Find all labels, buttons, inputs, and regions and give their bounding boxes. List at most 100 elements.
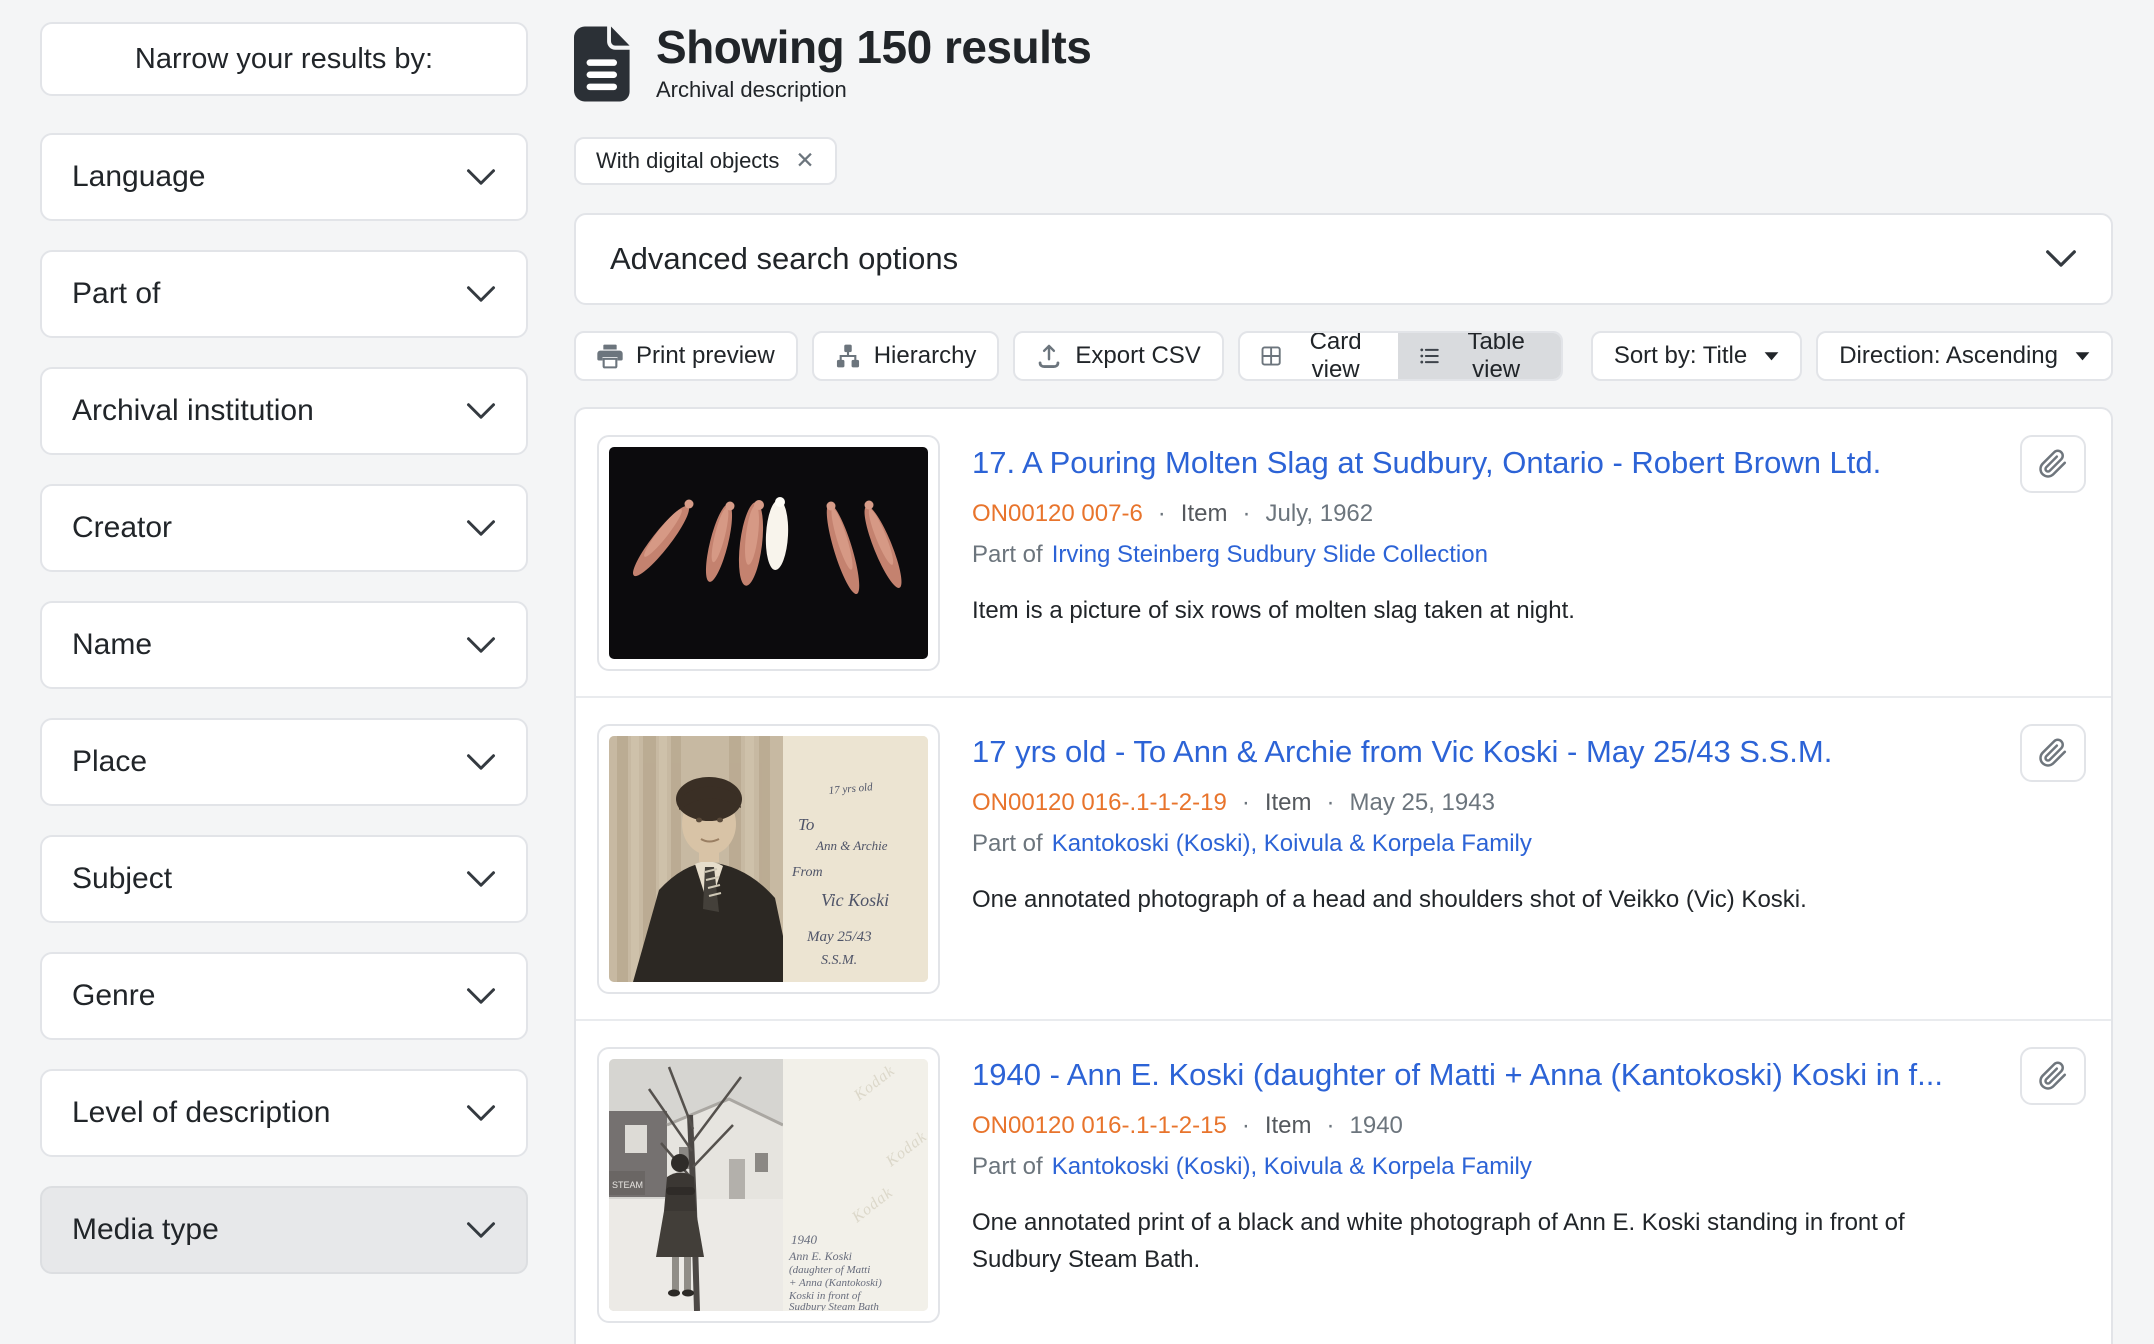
vic-koski-portrait-photo: 17 yrs old To Ann & Archie From Vic Kosk… bbox=[609, 736, 928, 982]
sidebar-item-name[interactable]: Name bbox=[40, 601, 528, 689]
table-view-icon bbox=[1419, 343, 1439, 369]
sidebar-item-creator[interactable]: Creator bbox=[40, 484, 528, 572]
document-icon bbox=[574, 26, 632, 102]
sidebar-item-language[interactable]: Language bbox=[40, 133, 528, 221]
print-preview-button[interactable]: Print preview bbox=[574, 331, 798, 381]
result-description: Item is a picture of six rows of molten … bbox=[972, 592, 1987, 629]
steam-sign-text: STEAM bbox=[612, 1180, 643, 1190]
filter-label: Place bbox=[72, 745, 147, 779]
paperclip-button[interactable] bbox=[2020, 1047, 2086, 1105]
result-title-link[interactable]: 1940 - Ann E. Koski (daughter of Matti +… bbox=[972, 1057, 1996, 1093]
sidebar-item-archival-institution[interactable]: Archival institution bbox=[40, 367, 528, 455]
thumbnail-annotation: S.S.M. bbox=[821, 953, 857, 968]
result-summary: 17. A Pouring Molten Slag at Sudbury, On… bbox=[972, 435, 1996, 629]
meta-separator: · bbox=[1327, 789, 1335, 817]
result-thumbnail[interactable] bbox=[597, 435, 940, 671]
narrow-results-header: Narrow your results by: bbox=[40, 22, 528, 96]
page-subtitle: Archival description bbox=[656, 77, 1091, 103]
chevron-down-icon bbox=[466, 402, 496, 420]
thumbnail-caption-line: Ann E. Koski bbox=[788, 1249, 852, 1263]
thumbnail-caption-line: 1940 bbox=[791, 1232, 818, 1247]
meta-separator: · bbox=[1242, 789, 1250, 817]
sort-by-dropdown[interactable]: Sort by: Title bbox=[1591, 331, 1802, 381]
sidebar-item-subject[interactable]: Subject bbox=[40, 835, 528, 923]
reference-code: ON00120 016-.1-1-2-15 bbox=[972, 1112, 1227, 1140]
part-of-link[interactable]: Kantokoski (Koski), Koivula & Korpela Fa… bbox=[1052, 830, 1532, 858]
sort-by-label: Sort by: Title bbox=[1614, 342, 1747, 370]
filter-tag-with-digital-objects: With digital objects ✕ bbox=[574, 137, 837, 185]
caret-down-icon bbox=[2075, 351, 2090, 361]
part-of-line: Part of Kantokoski (Koski), Koivula & Ko… bbox=[972, 1153, 1996, 1181]
result-item: 17 yrs old To Ann & Archie From Vic Kosk… bbox=[576, 698, 2111, 1021]
result-thumbnail[interactable]: 17 yrs old To Ann & Archie From Vic Kosk… bbox=[597, 724, 940, 994]
caret-down-icon bbox=[1764, 351, 1779, 361]
chevron-down-icon bbox=[466, 870, 496, 888]
advanced-search-label: Advanced search options bbox=[610, 241, 958, 277]
chevron-down-icon bbox=[466, 1221, 496, 1239]
table-view-button[interactable]: Table view bbox=[1398, 333, 1561, 379]
results-panel: 17. A Pouring Molten Slag at Sudbury, On… bbox=[574, 407, 2113, 1344]
chevron-down-icon bbox=[466, 519, 496, 537]
thumbnail-annotation: Vic Koski bbox=[821, 890, 889, 910]
narrow-results-label: Narrow your results by: bbox=[135, 43, 433, 76]
filter-label: Language bbox=[72, 160, 205, 194]
thumbnail-annotation: To bbox=[798, 815, 814, 834]
filter-tag-label: With digital objects bbox=[596, 148, 779, 174]
filter-label: Name bbox=[72, 628, 152, 662]
chevron-down-icon bbox=[466, 636, 496, 654]
result-item: STEAM Kodak Kodak Kodak bbox=[576, 1021, 2111, 1344]
reference-code: ON00120 016-.1-1-2-19 bbox=[972, 789, 1227, 817]
thumbnail-annotation: Ann & Archie bbox=[815, 838, 888, 853]
card-view-button[interactable]: Card view bbox=[1240, 333, 1398, 379]
result-summary: 1940 - Ann E. Koski (daughter of Matti +… bbox=[972, 1047, 1996, 1278]
thumbnail-caption-line: Sudbury Steam Bath bbox=[789, 1301, 879, 1311]
advanced-search-toggle[interactable]: Advanced search options bbox=[574, 213, 2113, 305]
card-view-label: Card view bbox=[1294, 331, 1377, 381]
level-of-description: Item bbox=[1265, 789, 1312, 817]
applied-filters-row: With digital objects ✕ bbox=[574, 137, 2113, 185]
chevron-down-icon bbox=[466, 1104, 496, 1122]
result-title-link[interactable]: 17 yrs old - To Ann & Archie from Vic Ko… bbox=[972, 734, 1996, 770]
part-of-label: Part of bbox=[972, 541, 1043, 569]
sidebar-item-level-of-description[interactable]: Level of description bbox=[40, 1069, 528, 1157]
sidebar-item-media-type[interactable]: Media type bbox=[40, 1186, 528, 1274]
meta-separator: · bbox=[1327, 1112, 1335, 1140]
sidebar-item-genre[interactable]: Genre bbox=[40, 952, 528, 1040]
part-of-label: Part of bbox=[972, 830, 1043, 858]
chevron-down-icon bbox=[466, 753, 496, 771]
filter-label: Genre bbox=[72, 979, 155, 1013]
paperclip-icon bbox=[2038, 1061, 2068, 1091]
results-toolbar: Print preview Hierarchy Export CSV bbox=[574, 331, 2113, 381]
sidebar-item-part-of[interactable]: Part of bbox=[40, 250, 528, 338]
paperclip-button[interactable] bbox=[2020, 724, 2086, 782]
result-title-link[interactable]: 17. A Pouring Molten Slag at Sudbury, On… bbox=[972, 445, 1996, 481]
view-toggle-group: Card view Table view bbox=[1238, 331, 1563, 381]
thumbnail-caption-line: + Anna (Kantokoski) bbox=[789, 1277, 882, 1289]
meta-separator: · bbox=[1242, 1112, 1250, 1140]
result-summary: 17 yrs old - To Ann & Archie from Vic Ko… bbox=[972, 724, 1996, 918]
part-of-link[interactable]: Kantokoski (Koski), Koivula & Korpela Fa… bbox=[1052, 1153, 1532, 1181]
part-of-label: Part of bbox=[972, 1153, 1043, 1181]
chevron-down-icon bbox=[2045, 249, 2077, 268]
filter-label: Media type bbox=[72, 1213, 219, 1247]
filters-sidebar: Narrow your results by: Language Part of… bbox=[40, 22, 528, 1344]
export-csv-button[interactable]: Export CSV bbox=[1013, 331, 1223, 381]
result-thumbnail[interactable]: STEAM Kodak Kodak Kodak bbox=[597, 1047, 940, 1323]
filter-label: Archival institution bbox=[72, 394, 314, 428]
app-root: Narrow your results by: Language Part of… bbox=[0, 0, 2154, 1344]
result-description: One annotated photograph of a head and s… bbox=[972, 881, 1987, 918]
level-of-description: Item bbox=[1181, 500, 1228, 528]
page-title: Showing 150 results bbox=[656, 22, 1091, 74]
close-icon[interactable]: ✕ bbox=[795, 149, 814, 172]
filter-label: Level of description bbox=[72, 1096, 331, 1130]
card-view-icon bbox=[1261, 343, 1281, 369]
direction-label: Direction: Ascending bbox=[1839, 342, 2058, 370]
result-description: One annotated print of a black and white… bbox=[972, 1204, 1987, 1278]
direction-dropdown[interactable]: Direction: Ascending bbox=[1816, 331, 2113, 381]
sidebar-item-place[interactable]: Place bbox=[40, 718, 528, 806]
paperclip-icon bbox=[2038, 738, 2068, 768]
hierarchy-button[interactable]: Hierarchy bbox=[812, 331, 1000, 381]
result-meta: ON00120 016-.1-1-2-15 · Item · 1940 bbox=[972, 1112, 1996, 1140]
part-of-link[interactable]: Irving Steinberg Sudbury Slide Collectio… bbox=[1052, 541, 1488, 569]
paperclip-button[interactable] bbox=[2020, 435, 2086, 493]
